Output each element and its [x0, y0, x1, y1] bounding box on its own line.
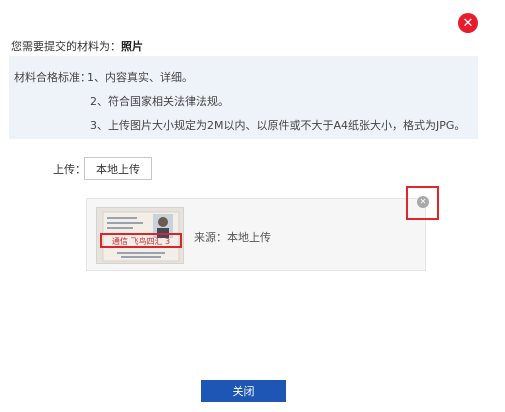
uploaded-file-card: 通信 飞鸟四汇 3 来源：本地上传 — [86, 198, 426, 271]
id-card-image: 通信 飞鸟四汇 3 — [97, 208, 183, 263]
remove-file-icon[interactable]: ✕ — [417, 196, 429, 208]
photo-thumbnail[interactable]: 通信 飞鸟四汇 3 — [96, 207, 184, 264]
thumbnail-stamp-text: 通信 飞鸟四汇 3 — [112, 236, 170, 246]
material-prefix: 您需要提交的材料为： — [11, 40, 121, 53]
remove-highlight-frame: ✕ — [406, 186, 439, 220]
criteria-item-2: 2、符合国家相关法律法规。 — [90, 95, 229, 108]
file-source-text: 来源：本地上传 — [194, 231, 271, 244]
criteria-panel: 材料合格标准： 1、内容真实、详细。 2、符合国家相关法律法规。 3、上传图片大… — [9, 56, 478, 139]
close-button[interactable]: 关闭 — [201, 380, 286, 402]
criteria-item-1: 1、内容真实、详细。 — [87, 71, 193, 84]
material-name: 照片 — [121, 40, 143, 53]
close-icon[interactable]: ✕ — [458, 13, 478, 33]
criteria-item-3: 3、上传图片大小规定为2M以内、以原件或不大于A4纸张大小，格式为JPG。 — [90, 119, 466, 132]
upload-label: 上传： — [53, 163, 86, 176]
criteria-label: 材料合格标准： — [14, 71, 91, 84]
local-upload-button[interactable]: 本地上传 — [84, 157, 152, 180]
material-title: 您需要提交的材料为：照片 — [11, 38, 143, 54]
